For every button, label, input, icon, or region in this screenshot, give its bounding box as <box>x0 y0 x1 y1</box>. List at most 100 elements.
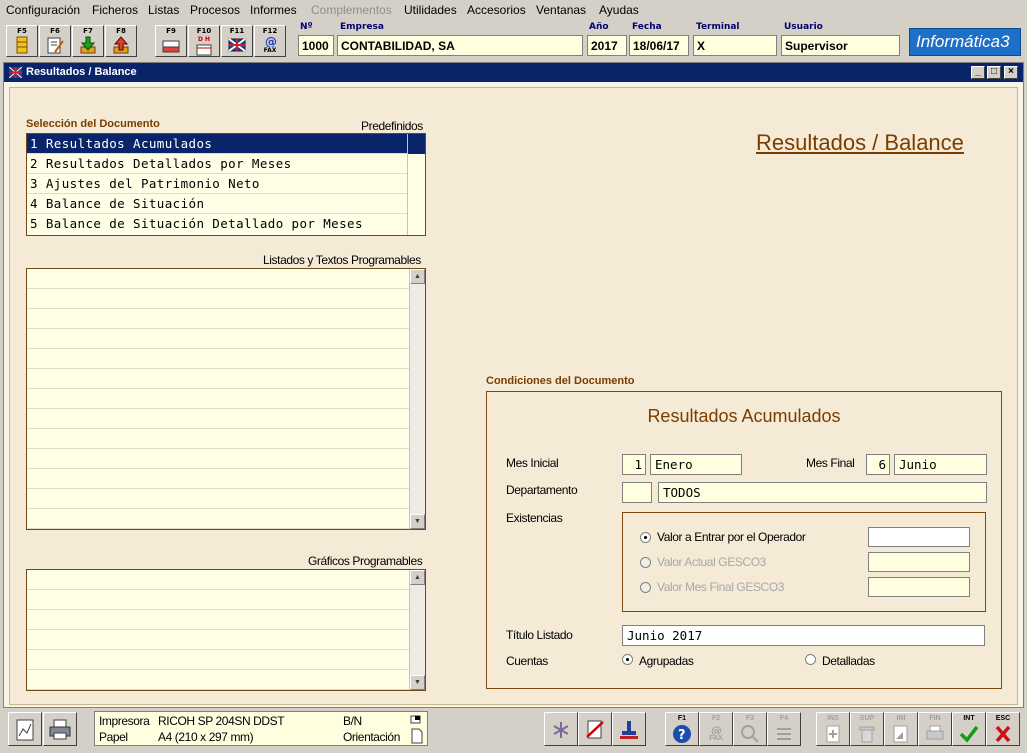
f11-button[interactable]: F11 <box>221 25 253 57</box>
sup-button[interactable]: SUP <box>850 712 884 746</box>
existencias-valor-field[interactable] <box>868 527 970 547</box>
list-item[interactable] <box>27 269 409 289</box>
list-item[interactable] <box>27 509 409 529</box>
list-item[interactable] <box>27 449 409 469</box>
impresora-value: RICOH SP 204SN DDST <box>158 714 285 728</box>
menu-ficheros[interactable]: Ficheros <box>92 3 138 17</box>
menu-informes[interactable]: Informes <box>250 3 297 17</box>
menu-ventanas[interactable]: Ventanas <box>536 3 586 17</box>
list-item[interactable] <box>27 429 409 449</box>
int-accept-button[interactable]: INT <box>952 712 986 746</box>
list-item[interactable] <box>27 329 409 349</box>
f5-button[interactable]: F5 <box>6 25 38 57</box>
mes-final-label: Mes Final <box>806 456 855 470</box>
predefinidos-label: Predefinidos <box>361 119 423 133</box>
list-item[interactable] <box>27 489 409 509</box>
printer-info-panel[interactable]: Impresora RICOH SP 204SN DDST B/N Papel … <box>94 711 428 746</box>
close-button[interactable]: × <box>1004 66 1018 79</box>
terminal-field[interactable]: X <box>693 35 777 56</box>
mes-final-number-field[interactable]: 6 <box>866 454 890 475</box>
esc-cancel-button[interactable]: ESC <box>986 712 1020 746</box>
existencias-radio-operador[interactable] <box>640 532 651 543</box>
list-item[interactable]: 1 Resultados Acumulados <box>27 134 407 154</box>
content-area: Selección del Documento Predefinidos 1 R… <box>9 87 1018 705</box>
list-item[interactable] <box>27 610 409 630</box>
scroll-up-arrow-icon[interactable]: ▲ <box>410 269 425 284</box>
list-item[interactable] <box>27 630 409 650</box>
maximize-button[interactable]: □ <box>987 66 1001 79</box>
f1-help-button[interactable]: F1 ? <box>665 712 699 746</box>
list-item[interactable] <box>27 650 409 670</box>
orientacion-label: Orientación <box>343 730 400 744</box>
printer-button[interactable] <box>43 712 77 746</box>
titulo-listado-field[interactable]: Junio 2017 <box>622 625 985 646</box>
snowflake-icon <box>553 722 569 738</box>
f10-button[interactable]: F10 D H <box>188 25 220 57</box>
list-item[interactable]: 2 Resultados Detallados por Meses <box>27 154 407 174</box>
list-item[interactable]: 3 Ajustes del Patrimonio Neto <box>27 174 407 194</box>
mes-inicial-label: Mes Inicial <box>506 456 559 470</box>
seleccion-label: Selección del Documento <box>26 118 160 130</box>
fin-button[interactable]: FIN <box>918 712 952 746</box>
existencias-radio-mesfinal <box>640 582 651 593</box>
vertical-scrollbar[interactable]: ▲ ▼ <box>409 269 425 529</box>
scroll-up-arrow-icon[interactable]: ▲ <box>410 570 425 585</box>
vertical-scrollbar[interactable]: ▲ ▼ <box>409 570 425 690</box>
cuentas-agrupadas-radio[interactable] <box>622 654 633 665</box>
list-item[interactable] <box>27 309 409 329</box>
menu-bar: Configuración Ficheros Listas Procesos I… <box>0 0 1027 20</box>
minimize-button[interactable]: _ <box>971 66 985 79</box>
report-design-button[interactable] <box>8 712 42 746</box>
page-title: Resultados / Balance <box>756 130 964 155</box>
list-item[interactable]: 4 Balance de Situación <box>27 194 407 214</box>
num-field[interactable]: 1000 <box>298 35 334 56</box>
f8-button[interactable]: F8 <box>105 25 137 57</box>
ini-button[interactable]: INI <box>884 712 918 746</box>
status-bar: Impresora RICOH SP 204SN DDST B/N Papel … <box>0 708 1027 753</box>
f3-search-button[interactable]: F3 <box>733 712 767 746</box>
f9-button[interactable]: F9 <box>155 25 187 57</box>
scroll-down-arrow-icon[interactable]: ▼ <box>410 675 425 690</box>
list-item[interactable] <box>27 570 409 590</box>
menu-accesorios[interactable]: Accesorios <box>467 3 526 17</box>
empresa-field[interactable]: CONTABILIDAD, SA <box>337 35 583 56</box>
f2-fax-button[interactable]: F2 @ FAX <box>699 712 733 746</box>
mes-final-name-field[interactable]: Junio <box>894 454 987 475</box>
departamento-number-field[interactable] <box>622 482 652 503</box>
list-item[interactable] <box>27 670 409 690</box>
ins-button[interactable]: INS <box>816 712 850 746</box>
mes-inicial-name-field[interactable]: Enero <box>650 454 742 475</box>
departamento-name-field[interactable]: TODOS <box>658 482 987 503</box>
list-item[interactable] <box>27 409 409 429</box>
coins-icon <box>16 36 28 54</box>
list-item[interactable] <box>27 469 409 489</box>
menu-utilidades[interactable]: Utilidades <box>404 3 457 17</box>
list-item[interactable] <box>27 389 409 409</box>
anio-field[interactable]: 2017 <box>587 35 627 56</box>
stamp-button[interactable] <box>612 712 646 746</box>
menu-procesos[interactable]: Procesos <box>190 3 240 17</box>
mes-inicial-number-field[interactable]: 1 <box>622 454 646 475</box>
svg-text:@: @ <box>711 724 722 735</box>
list-item[interactable] <box>27 590 409 610</box>
graficos-list: ▲ ▼ <box>26 569 426 691</box>
usuario-field[interactable]: Supervisor <box>781 35 900 56</box>
menu-ayudas[interactable]: Ayudas <box>599 3 639 17</box>
f7-button[interactable]: F7 <box>72 25 104 57</box>
existencias-mesfinal-field <box>868 577 970 597</box>
scroll-down-arrow-icon[interactable]: ▼ <box>410 514 425 529</box>
snowflake-button[interactable] <box>544 712 578 746</box>
f4-list-button[interactable]: F4 <box>767 712 801 746</box>
list-item[interactable]: 5 Balance de Situación Detallado por Mes… <box>27 214 407 234</box>
fecha-field[interactable]: 18/06/17 <box>629 35 689 56</box>
menu-configuracion[interactable]: Configuración <box>6 3 80 17</box>
list-icon <box>777 728 791 740</box>
list-item[interactable] <box>27 289 409 309</box>
list-item[interactable] <box>27 349 409 369</box>
no-edit-button[interactable] <box>578 712 612 746</box>
list-item[interactable] <box>27 369 409 389</box>
menu-listas[interactable]: Listas <box>148 3 179 17</box>
f6-button[interactable]: F6 <box>39 25 71 57</box>
f12-button[interactable]: F12 @ FAX <box>254 25 286 57</box>
cuentas-detalladas-radio[interactable] <box>805 654 816 665</box>
